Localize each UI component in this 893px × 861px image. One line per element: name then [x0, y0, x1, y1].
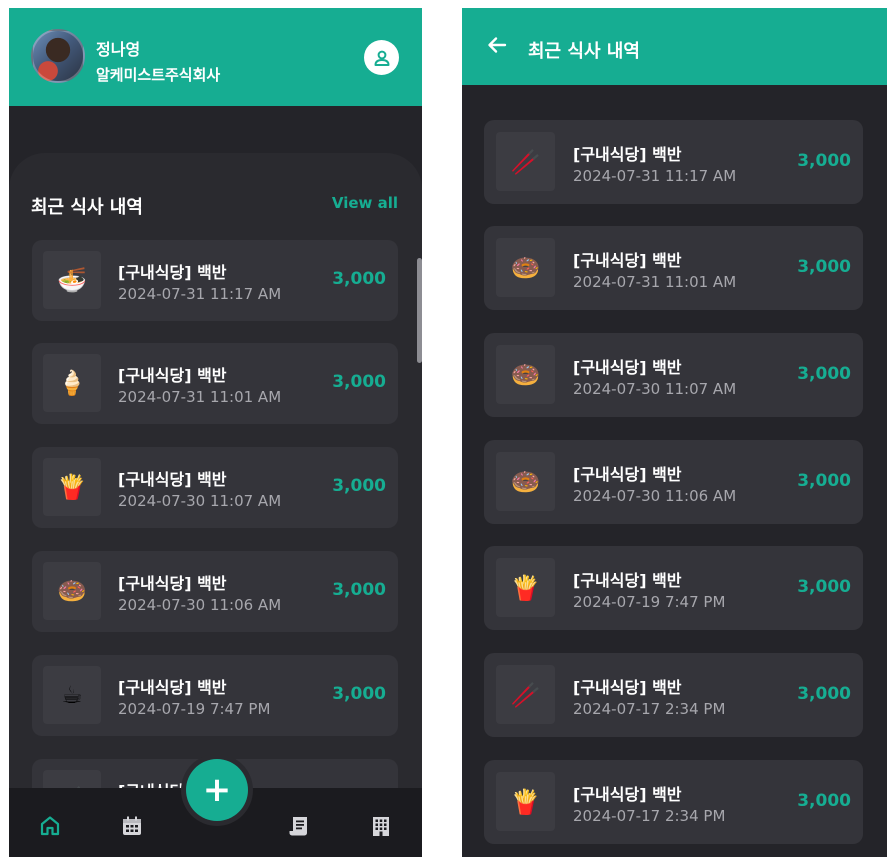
meal-title: [구내식당] 백반: [573, 145, 682, 164]
nav-home[interactable]: [37, 813, 63, 839]
meal-title: [구내식당] 백반: [573, 678, 682, 697]
page-title: 최근 식사 내역: [528, 41, 640, 62]
meal-title: [구내식당] 백반: [118, 263, 227, 282]
meal-amount: 3,000: [332, 269, 386, 289]
home-header: 정나영 알케미스트주식회사: [9, 8, 422, 106]
meal-time: 2024-07-30 11:07 AM: [118, 492, 282, 510]
meal-card[interactable]: 🍜 [구내식당] 백반 2024-07-31 11:17 AM 3,000: [32, 240, 398, 321]
meal-title: [구내식당] 백반: [573, 358, 682, 377]
meal-time: 2024-07-17 2:34 PM: [573, 807, 726, 825]
meal-amount: 3,000: [332, 372, 386, 392]
meal-amount: 3,000: [332, 476, 386, 496]
french-fries-icon: 🍟: [496, 772, 555, 831]
recent-meals-panel: 최근 식사 내역 View all 🍜 [구내식당] 백반 2024-07-31…: [9, 153, 422, 853]
donut-icon: 🍩: [496, 238, 555, 297]
add-meal-button[interactable]: +: [186, 759, 248, 821]
meal-card[interactable]: 🍟 [구내식당] 백반 2024-07-17 2:34 PM 3,000: [484, 760, 863, 844]
meal-title: [구내식당] 백반: [573, 571, 682, 590]
coffee-cup-icon: ☕: [43, 666, 101, 724]
user-icon: [374, 50, 389, 66]
scrollbar[interactable]: [417, 258, 422, 363]
meal-time: 2024-07-19 7:47 PM: [573, 593, 726, 611]
meal-history-screen: 최근 식사 내역 🥢 [구내식당] 백반 2024-07-31 11:17 AM…: [462, 8, 887, 857]
meal-card[interactable]: 🍩 [구내식당] 백반 2024-07-30 11:06 AM 3,000: [32, 551, 398, 632]
company-name: 알케미스트주식회사: [96, 66, 221, 84]
donut-icon: 🍩: [43, 562, 101, 620]
meal-card[interactable]: 🥢 [구내식당] 백반 2024-07-31 11:17 AM 3,000: [484, 120, 863, 204]
french-fries-icon: 🍟: [496, 558, 555, 617]
meal-card[interactable]: 🍦 [구내식당] 백반 2024-07-31 11:01 AM 3,000: [32, 343, 398, 424]
meal-time: 2024-07-30 11:07 AM: [573, 380, 737, 398]
home-screen: 정나영 알케미스트주식회사 최근 식사 내역 View all 🍜 [구내식당]…: [9, 8, 422, 857]
calendar-icon: [123, 816, 141, 835]
meal-title: [구내식당] 백반: [118, 574, 227, 593]
meal-amount: 3,000: [797, 684, 851, 704]
ice-cream-icon: 🍦: [43, 354, 101, 412]
meal-time: 2024-07-30 11:06 AM: [573, 487, 737, 505]
meal-time: 2024-07-31 11:01 AM: [118, 388, 282, 406]
meal-amount: 3,000: [332, 580, 386, 600]
building-icon: [373, 817, 389, 836]
profile-button[interactable]: [364, 40, 399, 75]
meal-title: [구내식당] 백반: [573, 465, 682, 484]
french-fries-icon: 🍟: [43, 458, 101, 516]
nav-building[interactable]: [368, 813, 394, 839]
nav-receipt[interactable]: [286, 813, 312, 839]
meal-time: 2024-07-31 11:17 AM: [573, 167, 737, 185]
meal-card[interactable]: 🍩 [구내식당] 백반 2024-07-30 11:07 AM 3,000: [484, 333, 863, 417]
meal-history-header: 최근 식사 내역: [462, 8, 887, 85]
meal-title: [구내식당] 백반: [118, 366, 227, 385]
meal-time: 2024-07-31 11:01 AM: [573, 273, 737, 291]
meal-title: [구내식당] 백반: [573, 785, 682, 804]
meal-time: 2024-07-31 11:17 AM: [118, 285, 282, 303]
meal-time: 2024-07-30 11:06 AM: [118, 596, 282, 614]
meal-card[interactable]: 🍩 [구내식당] 백반 2024-07-30 11:06 AM 3,000: [484, 440, 863, 524]
meal-amount: 3,000: [797, 151, 851, 171]
section-title: 최근 식사 내역: [31, 197, 143, 218]
meal-time: 2024-07-19 7:47 PM: [118, 700, 271, 718]
receipt-icon: [289, 817, 307, 836]
avatar[interactable]: [31, 29, 85, 83]
meal-card[interactable]: 🥢 [구내식당] 백반 2024-07-17 2:34 PM 3,000: [484, 653, 863, 737]
user-name: 정나영: [96, 40, 141, 59]
meal-title: [구내식당] 백반: [118, 470, 227, 489]
back-arrow-icon[interactable]: [486, 34, 508, 56]
meal-title: [구내식당] 백반: [573, 251, 682, 270]
chopsticks-icon: 🥢: [496, 665, 555, 724]
home-icon: [40, 816, 60, 836]
meal-amount: 3,000: [332, 684, 386, 704]
meal-amount: 3,000: [797, 471, 851, 491]
donut-icon: 🍩: [496, 452, 555, 511]
meal-time: 2024-07-17 2:34 PM: [573, 700, 726, 718]
meal-card[interactable]: 🍟 [구내식당] 백반 2024-07-30 11:07 AM 3,000: [32, 447, 398, 528]
view-all-link[interactable]: View all: [332, 194, 398, 212]
meal-card[interactable]: 🍩 [구내식당] 백반 2024-07-31 11:01 AM 3,000: [484, 226, 863, 310]
noodle-bowl-icon: 🍜: [43, 251, 101, 309]
meal-card[interactable]: 🍟 [구내식당] 백반 2024-07-19 7:47 PM 3,000: [484, 546, 863, 630]
meal-card[interactable]: ☕ [구내식당] 백반 2024-07-19 7:47 PM 3,000: [32, 655, 398, 736]
meal-amount: 3,000: [797, 577, 851, 597]
meal-amount: 3,000: [797, 257, 851, 277]
donut-icon: 🍩: [496, 345, 555, 404]
chopsticks-icon: 🥢: [496, 132, 555, 191]
meal-amount: 3,000: [797, 364, 851, 384]
nav-calendar[interactable]: [119, 813, 145, 839]
meal-title: [구내식당] 백반: [118, 678, 227, 697]
meal-amount: 3,000: [797, 791, 851, 811]
